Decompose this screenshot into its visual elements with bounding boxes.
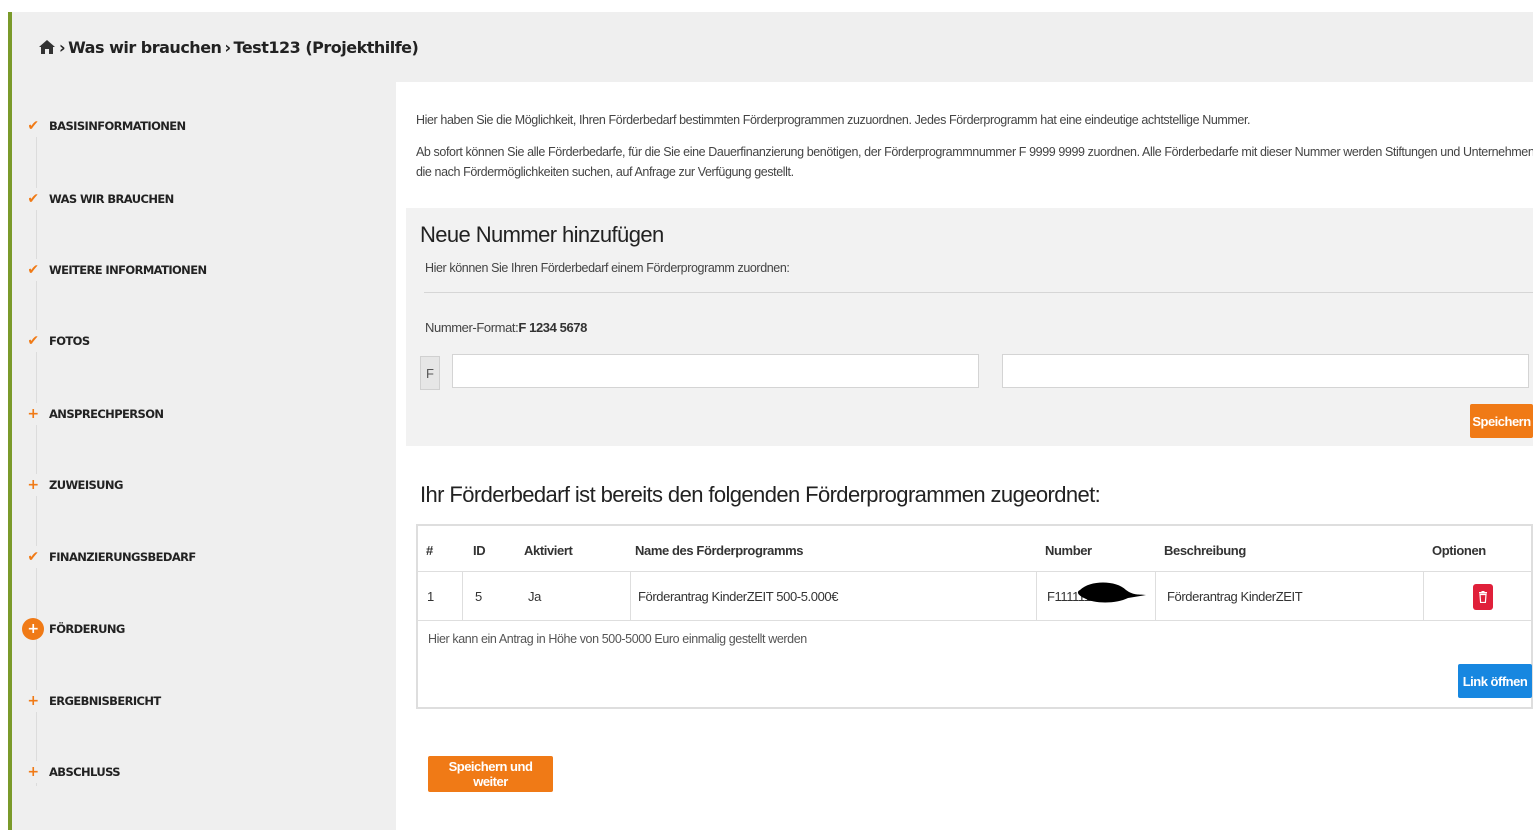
redaction-scribble [1077,582,1146,603]
breadcrumb: › Was wir brauchen › Test123 (Projekthil… [12,12,1533,82]
sidebar-item-label: FOTOS [49,334,90,348]
column-header: Name des Förderprogramms [635,543,804,558]
sidebar-item-ergebnisbericht[interactable]: + ERGEBNISBERICHT [22,688,161,714]
cell-divider [462,572,463,620]
column-header: # [426,543,433,558]
column-header: Beschreibung [1164,543,1246,558]
format-value: F 1234 5678 [518,320,587,335]
divider [418,571,1533,572]
format-label: Nummer-Format: [425,320,519,335]
sidebar-item-label: WEITERE INFORMATIONEN [49,263,207,277]
panel-subtitle: Hier können Sie Ihren Förderbedarf einem… [425,261,790,275]
sidebar-item-zuweisung[interactable]: + ZUWEISUNG [22,472,123,498]
sidebar-item-abschluss[interactable]: + ABSCHLUSS [22,759,121,785]
sidebar-item-label: FÖRDERUNG [49,622,125,636]
intro-paragraph: Ab sofort können Sie alle Förderbedarfe,… [416,145,1533,179]
breadcrumb-item-current: Test123 (Projekthilfe) [233,37,419,57]
number-prefix: F [420,356,440,390]
sidebar-item-label: WAS WIR BRAUCHEN [49,192,174,206]
sidebar-item-was-wir-brauchen[interactable]: ✔ WAS WIR BRAUCHEN [22,186,174,212]
check-icon: ✔ [22,188,44,210]
breadcrumb-separator: › [224,37,231,57]
add-number-panel: Neue Nummer hinzufügen Hier können Sie I… [406,208,1533,446]
row-program-name: Förderantrag KinderZEIT 500-5.000€ [638,589,839,604]
assigned-programs-table: # ID Aktiviert Name des Förderprogramms … [416,524,1533,709]
row-description: Förderantrag KinderZEIT [1167,589,1303,604]
row-id: 5 [475,589,482,604]
column-header: ID [473,543,486,558]
save-and-continue-button[interactable]: Speichern und weiter [428,756,553,792]
check-icon: ✔ [22,259,44,281]
row-activated: Ja [528,589,541,604]
sidebar: ✔ BASISINFORMATIONEN ✔ WAS WIR BRAUCHEN … [12,82,396,830]
sidebar-item-label: FINANZIERUNGSBEDARF [49,550,196,564]
sidebar-item-ansprechperson[interactable]: + ANSPRECHPERSON [22,401,164,427]
sidebar-item-foerderung[interactable]: + FÖRDERUNG [22,616,125,642]
plus-icon: + [22,403,44,425]
plus-icon: + [22,690,44,712]
sidebar-item-label: ERGEBNISBERICHT [49,694,161,708]
trash-icon [1479,591,1487,603]
cell-divider [1423,572,1424,620]
breadcrumb-item-was-wir-brauchen[interactable]: Was wir brauchen [68,38,222,57]
sidebar-item-label: ANSPRECHPERSON [49,407,164,421]
check-icon: ✔ [22,330,44,352]
main-content: Hier haben Sie die Möglichkeit, Ihren Fö… [406,82,1533,830]
sidebar-item-label: BASISINFORMATIONEN [49,119,186,133]
check-icon: ✔ [22,115,44,137]
number-part-2-input[interactable] [1002,354,1529,388]
delete-button[interactable] [1473,584,1493,610]
plus-icon: + [22,474,44,496]
sidebar-item-label: ABSCHLUSS [49,765,121,779]
intro-paragraph: Hier haben Sie die Möglichkeit, Ihren Fö… [416,113,1251,127]
breadcrumb-separator: › [59,37,66,57]
sidebar-item-basisinformationen[interactable]: ✔ BASISINFORMATIONEN [22,113,186,139]
open-link-button[interactable]: Link öffnen [1458,664,1532,698]
intro-text: Hier haben Sie die Möglichkeit, Ihren Fö… [416,110,1533,194]
save-button[interactable]: Speichern [1470,404,1533,438]
divider [418,620,1533,621]
number-format-hint: Nummer-Format:F 1234 5678 [425,320,587,335]
column-header: Aktiviert [524,543,573,558]
divider [424,292,1533,293]
program-details: Hier kann ein Antrag in Höhe von 500-500… [428,632,807,646]
app-frame: › Was wir brauchen › Test123 (Projekthil… [8,12,1533,830]
cell-divider [1036,572,1037,620]
sidebar-item-label: ZUWEISUNG [49,478,123,492]
plus-icon: + [22,618,44,640]
sidebar-item-finanzierungsbedarf[interactable]: ✔ FINANZIERUNGSBEDARF [22,544,196,570]
plus-icon: + [22,761,44,783]
home-icon[interactable] [38,39,56,55]
check-icon: ✔ [22,546,44,568]
assigned-programs-title: Ihr Förderbedarf ist bereits den folgend… [420,482,1101,507]
cell-divider [1155,572,1156,620]
sidebar-item-fotos[interactable]: ✔ FOTOS [22,328,90,354]
panel-title: Neue Nummer hinzufügen [420,222,664,247]
cell-divider [630,572,631,620]
row-index: 1 [427,589,434,604]
step-connector-line [36,126,37,786]
column-header: Optionen [1432,543,1486,558]
column-header: Number [1045,543,1092,558]
number-part-1-input[interactable] [452,354,979,388]
sidebar-item-weitere-informationen[interactable]: ✔ WEITERE INFORMATIONEN [22,257,207,283]
